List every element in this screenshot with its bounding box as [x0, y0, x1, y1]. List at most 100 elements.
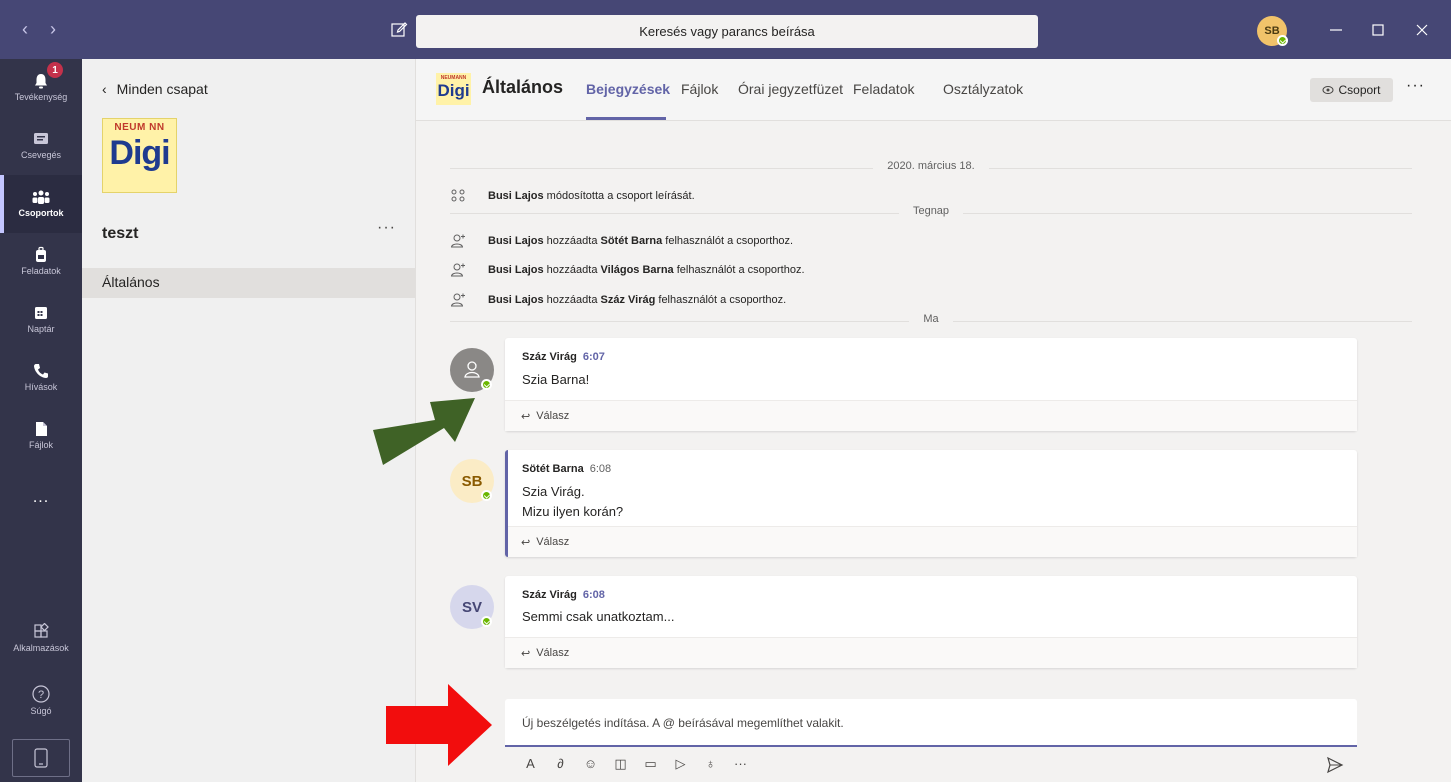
team-more-options-icon[interactable]: ··· [377, 219, 396, 237]
tab-grades[interactable]: Osztályzatok [943, 81, 1023, 97]
rail-item-calendar[interactable]: Naptár [0, 291, 82, 349]
rail-item-files[interactable]: Fájlok [0, 407, 82, 465]
message-text: Mizu ilyen korán? [522, 504, 624, 519]
minimize-icon[interactable] [1324, 18, 1348, 42]
new-conversation-input[interactable]: Új beszélgetés indítása. A @ beírásával … [505, 699, 1357, 747]
message-text: Szia Virág. [522, 484, 585, 499]
rail-item-teams[interactable]: Csoportok [0, 175, 82, 233]
message-text: Szia Barna! [522, 372, 590, 387]
file-icon [36, 422, 47, 436]
backpack-icon [36, 246, 46, 262]
maximize-icon[interactable] [1366, 18, 1390, 42]
message-time: 6:07 [582, 351, 605, 363]
compose-icon[interactable] [390, 20, 408, 38]
group-button-label: Csoport [1338, 83, 1381, 97]
channel-main: NEUMANN Digi Általános Bejegyzések Fájlo… [416, 59, 1451, 782]
rail-item-chat[interactable]: Csevegés [0, 117, 82, 175]
message-author: Sötét Barna [522, 463, 584, 475]
bell-icon [35, 74, 47, 89]
message-card[interactable]: Sötét Barna 6:08 Szia Virág. Mizu ilyen k… [505, 450, 1357, 557]
avatar-initials: SB [461, 472, 483, 490]
attach-icon[interactable]: ∂ [553, 756, 568, 771]
tab-posts[interactable]: Bejegyzések [586, 81, 670, 97]
stream-icon[interactable]: ▷ [673, 756, 688, 771]
svg-text:?: ? [38, 689, 44, 701]
rail-item-assignments[interactable]: Feladatok [0, 233, 82, 291]
more-icon: ... [32, 489, 50, 506]
date-separator: 2020. március 18. [450, 160, 1412, 176]
group-button[interactable]: Csoport [1310, 78, 1393, 102]
reply-icon: ↩ [521, 647, 531, 660]
reply-button[interactable]: ↩ Válasz [508, 526, 1357, 557]
user-avatar[interactable]: SB [1257, 16, 1288, 46]
message-card[interactable]: Száz Virág 6:07 Szia Barna! ↩ Válasz [505, 338, 1357, 431]
available-status-icon [481, 616, 492, 627]
avatar[interactable] [450, 348, 494, 392]
format-icon[interactable]: A [523, 756, 538, 771]
active-tab-indicator [586, 117, 666, 120]
avatar-initials: SV [461, 598, 482, 616]
meet-now-icon[interactable]: ▭ [643, 756, 658, 771]
rail-item-more[interactable]: ... [0, 479, 82, 519]
channel-name: Általános [482, 77, 564, 97]
mobile-app-button[interactable] [12, 739, 70, 777]
channel-item-general[interactable]: Általános [82, 268, 415, 298]
rail-label: Súgó [30, 706, 52, 716]
emoji-icon[interactable]: ☺ [583, 756, 598, 771]
red-arrow-annotation [386, 684, 492, 766]
rail-item-help[interactable]: ? Súgó [0, 671, 82, 729]
message-author: Száz Virág [522, 589, 577, 601]
forward-arrow-icon[interactable]: › [50, 20, 56, 38]
message-time: 6:08 [582, 589, 605, 601]
compose-placeholder: Új beszélgetés indítása. A @ beírásával … [522, 716, 844, 730]
message-card[interactable]: Száz Virág 6:08 Semmi csak unatkoztam... … [505, 576, 1357, 668]
search-input[interactable]: Keresés vagy parancs beírása [416, 15, 1038, 48]
add-person-icon [450, 293, 465, 307]
reply-button[interactable]: ↩ Válasz [505, 637, 1357, 668]
search-placeholder: Keresés vagy parancs beírása [639, 24, 815, 39]
message-header: Sötét Barna 6:08 [522, 463, 611, 475]
rail-label: Csoportok [18, 208, 64, 218]
close-icon[interactable] [1410, 18, 1434, 42]
tab-assignments[interactable]: Feladatok [853, 81, 914, 97]
avatar[interactable]: SB [450, 459, 494, 503]
rail-label: Hívások [24, 382, 58, 392]
teams-icon [32, 190, 50, 204]
phone-icon [34, 364, 48, 378]
system-message: Busi Lajos hozzáadta Világos Barna felha… [450, 260, 1350, 280]
team-logo-text: Digi [109, 134, 170, 172]
channel-header: NEUMANN Digi Általános Bejegyzések Fájlo… [416, 59, 1451, 121]
sticker-icon[interactable]: ◫ [613, 756, 628, 771]
rail-label: Naptár [27, 324, 55, 334]
rail-item-calls[interactable]: Hívások [0, 349, 82, 407]
message-header: Száz Virág 6:08 [522, 589, 605, 601]
send-icon[interactable] [1326, 756, 1344, 774]
tab-files[interactable]: Fájlok [681, 81, 718, 97]
tab-class-notebook[interactable]: Órai jegyzetfüzet [738, 81, 843, 97]
more-options-icon[interactable]: ··· [733, 756, 748, 771]
reply-icon: ↩ [521, 410, 531, 423]
avatar[interactable]: SV [450, 585, 494, 629]
team-name: teszt [102, 225, 139, 242]
apps-icon [34, 623, 49, 638]
system-message: Busi Lajos hozzáadta Száz Virág felhaszn… [450, 290, 1350, 310]
calendar-icon [35, 307, 47, 319]
channel-logo-text: Digi [437, 81, 470, 100]
message-header: Száz Virág 6:07 [522, 351, 605, 363]
message-time: 6:08 [589, 463, 612, 475]
reply-button[interactable]: ↩ Válasz [505, 400, 1357, 431]
rail-item-activity[interactable]: 1 Tevékenység [0, 59, 82, 117]
user-initials: SB [1264, 25, 1280, 37]
channel-logo: NEUMANN Digi [436, 73, 471, 105]
team-panel: ‹ Minden csapat NEUM NN Digi teszt ··· Ál… [82, 59, 416, 782]
all-teams-link[interactable]: ‹ Minden csapat [102, 81, 208, 97]
channel-more-options-icon[interactable]: ··· [1406, 77, 1425, 95]
back-arrow-icon[interactable]: ‹ [22, 20, 28, 38]
rail-item-apps[interactable]: Alkalmazások [0, 610, 82, 668]
chevron-left-icon: ‹ [102, 81, 107, 97]
chat-icon [34, 133, 48, 144]
person-placeholder-icon [464, 361, 480, 378]
group-edit-icon [451, 189, 465, 202]
praise-icon[interactable]: ♁ [703, 756, 718, 771]
date-separator: Ma [450, 313, 1412, 329]
